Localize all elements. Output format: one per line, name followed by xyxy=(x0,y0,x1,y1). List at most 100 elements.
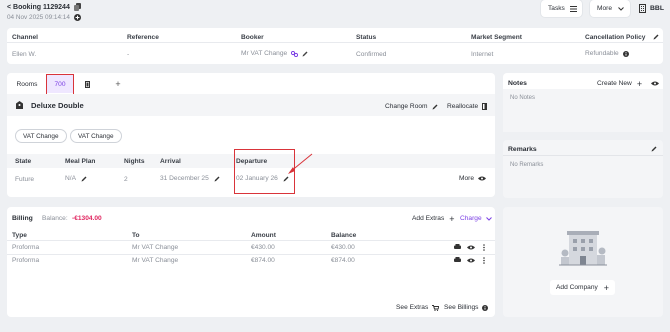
balance-value: -€1304.00 xyxy=(72,215,102,222)
balance-label: Balance: xyxy=(42,215,68,222)
guest-pill-label: VAT Change xyxy=(78,132,114,140)
eye-icon[interactable] xyxy=(467,258,475,263)
col-balance: Balance xyxy=(331,232,357,239)
reallocate-icon xyxy=(482,103,488,110)
col-cancellation-policy: Cancellation Policy xyxy=(585,34,646,41)
edit-icon[interactable] xyxy=(302,51,308,57)
col-amount: Amount xyxy=(251,232,276,239)
tab-add-room[interactable]: + xyxy=(104,75,132,93)
guest-pill-label: VAT Change xyxy=(23,132,59,140)
booker-cell: Mr VAT Change xyxy=(241,50,308,57)
add-company-label: Add Company xyxy=(556,284,598,291)
billing-card: Billing Balance: -€1304.00 Add Extras + … xyxy=(7,207,495,317)
departure-highlight xyxy=(234,149,295,194)
tab-rooms-label: Rooms xyxy=(16,80,38,88)
print-icon[interactable] xyxy=(454,244,461,250)
notes-empty-text: No Notes xyxy=(510,95,536,101)
row-more-label: More xyxy=(459,175,475,182)
guest-pill[interactable]: VAT Change xyxy=(70,129,122,143)
link-icon[interactable] xyxy=(291,50,299,57)
notes-body: No Notes xyxy=(503,89,663,132)
edit-icon[interactable] xyxy=(651,146,657,152)
see-extras-button[interactable]: See Extras xyxy=(396,304,440,311)
tasks-button[interactable]: Tasks xyxy=(541,0,582,17)
add-circle-icon[interactable] xyxy=(73,14,81,21)
remarks-title: Remarks xyxy=(508,146,537,153)
chevron-down-icon xyxy=(485,216,492,221)
eye-icon[interactable] xyxy=(467,245,475,250)
rooms-card: Rooms 700 + Deluxe Double Change Room Re… xyxy=(7,73,495,197)
col-nights: Nights xyxy=(124,158,145,165)
booking-title: < Booking 1129244 xyxy=(7,3,70,11)
room-type: Deluxe Double xyxy=(31,101,84,110)
document-icon xyxy=(84,80,90,88)
edit-icon[interactable] xyxy=(214,176,220,182)
room-icon xyxy=(16,101,23,109)
edit-icon[interactable] xyxy=(653,34,659,40)
col-type: Type xyxy=(12,232,27,239)
building-icon xyxy=(639,4,646,13)
info-icon xyxy=(482,304,489,311)
nights-value: 2 xyxy=(124,176,128,183)
info-icon[interactable] xyxy=(622,50,629,57)
charge-dropdown[interactable]: Charge xyxy=(460,215,492,222)
billing-row: Proforma Mr VAT Change €874.00 €874.00 xyxy=(7,254,495,267)
tab-rooms[interactable]: Rooms xyxy=(7,75,47,93)
plus-icon: + xyxy=(449,213,455,224)
cart-icon xyxy=(432,304,440,311)
booking-datetime: 04 Nov 2025 09:14:14 xyxy=(7,14,70,21)
billing-title: Billing xyxy=(12,215,33,222)
col-market-segment: Market Segment xyxy=(471,34,522,41)
chevron-down-icon xyxy=(618,6,624,11)
remarks-empty-text: No Remarks xyxy=(510,162,544,168)
kebab-menu-icon[interactable] xyxy=(483,256,485,264)
more-menu-button[interactable]: More xyxy=(590,0,630,17)
col-arrival: Arrival xyxy=(160,158,181,165)
plus-icon: + xyxy=(636,78,643,89)
tab-documents[interactable] xyxy=(78,75,96,93)
change-room-button[interactable]: Change Room xyxy=(385,103,438,110)
billing-type: Proforma xyxy=(12,244,40,251)
see-billings-button[interactable]: See Billings xyxy=(444,304,489,311)
notes-card: Notes Create New + No Notes xyxy=(503,73,663,132)
add-company-button[interactable]: Add Company + xyxy=(550,280,616,295)
row-more-button[interactable]: More xyxy=(459,175,487,182)
company-card: Add Company + xyxy=(503,207,663,317)
eye-icon[interactable] xyxy=(651,81,659,86)
col-booker: Booker xyxy=(241,34,264,41)
see-billings-label: See Billings xyxy=(444,304,479,311)
billing-amount: €874.00 xyxy=(251,257,275,264)
billing-balance: €874.00 xyxy=(331,257,355,264)
kebab-menu-icon[interactable] xyxy=(483,243,485,251)
copy-icon[interactable] xyxy=(73,3,81,11)
edit-icon xyxy=(432,104,438,110)
create-note-button[interactable]: Create New + xyxy=(597,78,643,89)
market-segment-value: Internet xyxy=(471,51,494,58)
building-illustration xyxy=(559,231,607,266)
add-extras-button[interactable]: Add Extras + xyxy=(412,213,455,224)
meal-plan-value: N/A xyxy=(65,175,76,182)
channel-value: Ellen W. xyxy=(12,51,37,58)
cancellation-policy-value: Refundable xyxy=(585,50,619,57)
booking-info-card: Channel Reference Booker Status Market S… xyxy=(7,28,663,64)
cancellation-cell: Refundable xyxy=(585,50,629,57)
add-extras-label: Add Extras xyxy=(412,215,445,222)
arrival-cell: 31 December 25 xyxy=(160,175,220,182)
billing-to: Mr VAT Change xyxy=(132,244,179,251)
status-value: Confirmed xyxy=(356,51,387,58)
print-icon[interactable] xyxy=(454,257,461,263)
guest-pill[interactable]: VAT Change xyxy=(15,129,67,143)
col-state: State xyxy=(15,158,32,165)
charge-label: Charge xyxy=(460,215,482,222)
tasks-label: Tasks xyxy=(548,5,565,12)
room-header-bar: Deluxe Double Change Room Reallocate xyxy=(7,94,495,116)
create-new-label: Create New xyxy=(597,80,632,87)
reallocate-button[interactable]: Reallocate xyxy=(447,103,488,110)
back-to-booking-link[interactable]: < Booking 1129244 xyxy=(7,3,81,11)
billing-to: Mr VAT Change xyxy=(132,257,179,264)
edit-icon[interactable] xyxy=(81,176,87,182)
list-icon xyxy=(569,5,577,12)
eye-icon xyxy=(478,176,487,181)
room-tab-highlight xyxy=(46,74,74,95)
currency-display[interactable]: BBL xyxy=(639,4,664,13)
